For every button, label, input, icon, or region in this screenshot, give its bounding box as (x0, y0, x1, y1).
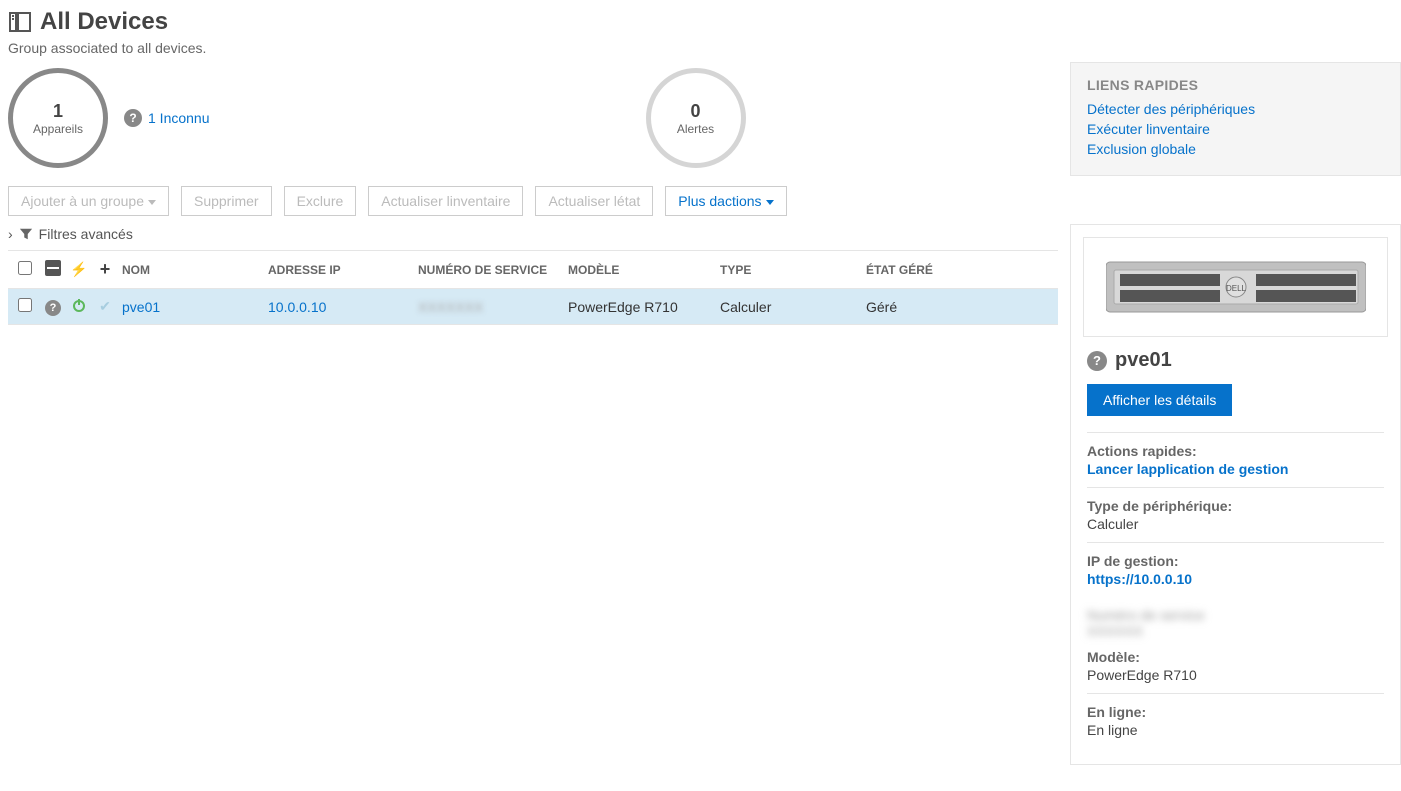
unknown-link: 1 Inconnu (148, 110, 210, 126)
page-title: All Devices (40, 8, 168, 36)
device-name-link[interactable]: pve01 (122, 299, 160, 315)
col-service[interactable]: NUMÉRO DE SERVICE (418, 263, 568, 277)
advanced-filters-label: Filtres avancés (39, 226, 133, 242)
power-header-icon[interactable]: ⚡ (70, 261, 87, 277)
onboard-header-icon[interactable]: + (100, 259, 111, 279)
power-on-icon (71, 297, 87, 313)
mgmt-ip-link[interactable]: https://10.0.0.10 (1087, 571, 1192, 587)
device-ip-link[interactable]: 10.0.0.10 (268, 299, 326, 315)
col-nom[interactable]: NOM (118, 263, 268, 277)
add-to-group-button[interactable]: Ajouter à un groupe (8, 186, 169, 216)
run-inventory-link[interactable]: Exécuter linventaire (1087, 121, 1384, 137)
more-actions-button[interactable]: Plus dactions (665, 186, 786, 216)
col-model[interactable]: MODÈLE (568, 263, 720, 277)
server-icon: DELL (1106, 252, 1366, 322)
add-to-group-label: Ajouter à un groupe (21, 193, 144, 209)
check-icon: ✔ (99, 298, 111, 314)
quick-links-title: LIENS RAPIDES (1087, 77, 1384, 93)
global-exclusion-link[interactable]: Exclusion globale (1087, 141, 1384, 157)
unknown-status[interactable]: ? 1 Inconnu (124, 109, 210, 127)
question-icon: ? (124, 109, 142, 127)
device-type-value: Calculer (1087, 516, 1384, 532)
device-service-tag: XXXXXXX (418, 299, 568, 315)
device-type: Calculer (720, 299, 866, 315)
model-value: PowerEdge R710 (1087, 667, 1384, 683)
refresh-inventory-button[interactable]: Actualiser linventaire (368, 186, 523, 216)
stats-row: 1 Appareils ? 1 Inconnu 0 Alertes (8, 68, 1058, 168)
blurred-value: XXXXXX (1087, 623, 1384, 639)
devices-icon (8, 10, 32, 34)
caret-icon (766, 200, 774, 205)
detect-devices-link[interactable]: Détecter des périphériques (1087, 101, 1384, 117)
page-header: All Devices (8, 8, 1058, 36)
advanced-filters-toggle[interactable]: › Filtres avancés (8, 226, 1058, 242)
device-model: PowerEdge R710 (568, 299, 720, 315)
svg-text:DELL: DELL (1225, 284, 1246, 293)
alerts-count: 0 (690, 101, 700, 122)
launch-mgmt-link[interactable]: Lancer lapplication de gestion (1087, 461, 1288, 477)
exclude-button[interactable]: Exclure (284, 186, 357, 216)
table-header: ⚡ + NOM ADRESSE IP NUMÉRO DE SERVICE MOD… (8, 251, 1058, 289)
alerts-count-circle[interactable]: 0 Alertes (646, 68, 746, 168)
detail-name-row: ? pve01 (1087, 349, 1384, 372)
quick-links-panel: LIENS RAPIDES Détecter des périphériques… (1070, 62, 1401, 176)
quick-actions-label: Actions rapides: (1087, 443, 1384, 459)
devices-count-circle[interactable]: 1 Appareils (8, 68, 108, 168)
col-ip[interactable]: ADRESSE IP (268, 263, 418, 277)
col-etat[interactable]: ÉTAT GÉRÉ (866, 263, 1058, 277)
caret-icon (148, 200, 156, 205)
devices-label: Appareils (33, 122, 83, 136)
more-actions-label: Plus dactions (678, 193, 761, 209)
table-row[interactable]: ? ✔ pve01 10.0.0.10 XXXXXXX PowerEdge R7… (8, 289, 1058, 325)
blurred-section: Numéro de service XXXXXX (1087, 597, 1384, 649)
online-value: En ligne (1087, 722, 1384, 738)
page-subtitle: Group associated to all devices. (8, 40, 1058, 56)
select-all-checkbox[interactable] (18, 261, 32, 275)
row-checkbox[interactable] (18, 298, 32, 312)
refresh-state-button[interactable]: Actualiser létat (535, 186, 653, 216)
status-unknown-icon: ? (1087, 351, 1107, 371)
action-bar: Ajouter à un groupe Supprimer Exclure Ac… (8, 186, 1058, 216)
status-unknown-icon: ? (45, 300, 61, 316)
show-details-button[interactable]: Afficher les détails (1087, 384, 1232, 416)
mgmt-ip-label: IP de gestion: (1087, 553, 1384, 569)
model-label: Modèle: (1087, 649, 1384, 665)
detail-device-name: pve01 (1115, 349, 1172, 372)
device-detail-panel: DELL ? pve01 Afficher les détails Action… (1070, 224, 1401, 765)
devices-count: 1 (53, 101, 63, 122)
chevron-right-icon: › (8, 226, 13, 242)
alerts-label: Alertes (677, 122, 714, 136)
blurred-label: Numéro de service (1087, 607, 1384, 623)
health-icon[interactable] (45, 260, 61, 276)
device-managed-state: Géré (866, 299, 1058, 315)
col-type[interactable]: TYPE (720, 263, 866, 277)
delete-button[interactable]: Supprimer (181, 186, 272, 216)
devices-table: ⚡ + NOM ADRESSE IP NUMÉRO DE SERVICE MOD… (8, 250, 1058, 325)
online-label: En ligne: (1087, 704, 1384, 720)
device-type-label: Type de périphérique: (1087, 498, 1384, 514)
device-image: DELL (1083, 237, 1388, 337)
filter-icon (19, 227, 33, 241)
